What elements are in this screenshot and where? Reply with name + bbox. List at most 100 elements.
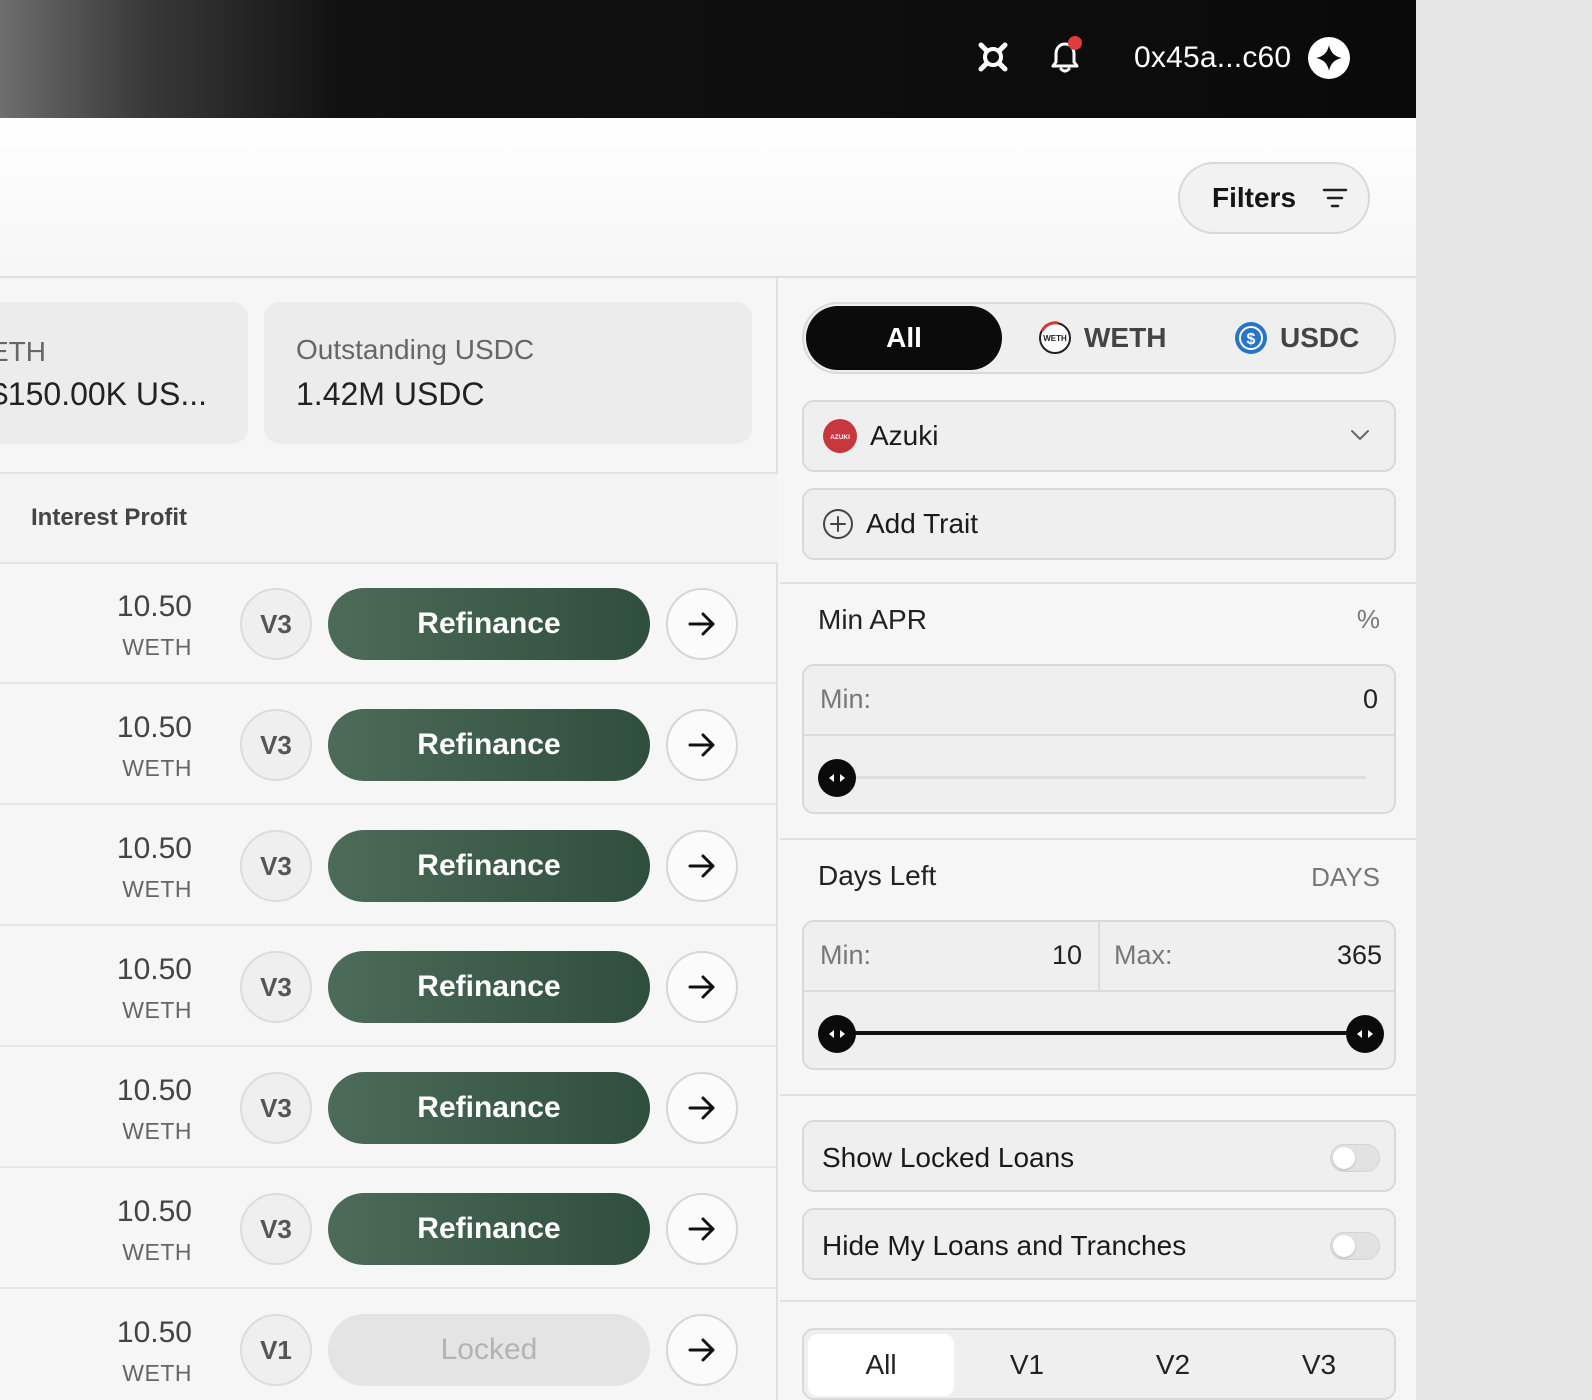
show-locked-loans-toggle[interactable] <box>1330 1144 1380 1172</box>
table-row: 10.50 WETH V3 Refinance <box>0 927 778 1047</box>
interest-unit: WETH <box>122 1118 192 1144</box>
divider <box>780 1094 1416 1096</box>
stat-card-eth: ETH $150.00K US... <box>0 302 248 444</box>
version-tab-v2[interactable]: V2 <box>1100 1334 1246 1396</box>
filters-label: Filters <box>1212 182 1297 213</box>
table-header: Interest Profit <box>0 472 778 564</box>
row-details-button[interactable] <box>666 1314 738 1386</box>
row-details-button[interactable] <box>666 1193 738 1265</box>
days-max-slider-thumb[interactable] <box>1346 1015 1384 1053</box>
tab-weth[interactable]: WETH WETH <box>1038 304 1166 372</box>
settings-icon[interactable] <box>970 34 1016 80</box>
stat-label: Outstanding USDC <box>296 334 535 365</box>
max-label: Max: <box>1114 940 1173 970</box>
min-apr-input[interactable]: Min: 0 <box>804 666 1394 736</box>
filters-panel: All WETH WETH $ USDC AZUKI Azuki Add Tra… <box>780 278 1416 1400</box>
stat-label: ETH <box>0 336 46 367</box>
arrow-right-icon <box>688 975 715 999</box>
min-apr-unit: % <box>1356 604 1380 634</box>
bell-icon[interactable] <box>1042 34 1088 80</box>
wallet-avatar-icon[interactable] <box>1308 37 1350 79</box>
svg-text:WETH: WETH <box>1043 334 1067 343</box>
stat-value: $150.00K US... <box>0 376 208 412</box>
add-trait-button[interactable]: Add Trait <box>802 488 1396 560</box>
tab-usdc[interactable]: $ USDC <box>1234 304 1359 372</box>
filters-button[interactable]: Filters <box>1178 162 1370 234</box>
hide-my-loans-row: Hide My Loans and Tranches <box>802 1208 1396 1280</box>
usdc-icon: $ <box>1235 322 1267 354</box>
row-details-button[interactable] <box>666 709 738 781</box>
max-value: 365 <box>1336 940 1382 970</box>
min-label: Min: <box>820 684 872 714</box>
version-badge: V3 <box>240 588 312 660</box>
refinance-button[interactable]: Refinance <box>328 709 650 781</box>
interest-unit: WETH <box>122 1360 192 1386</box>
weth-icon: WETH <box>1039 321 1071 354</box>
tab-usdc-label: USDC <box>1280 322 1360 353</box>
show-locked-loans-label: Show Locked Loans <box>822 1142 1075 1173</box>
tab-all[interactable]: All <box>806 306 1002 370</box>
arrow-right-icon <box>688 1217 715 1241</box>
loans-panel: ETH $150.00K US... Outstanding USDC 1.42… <box>0 278 778 1400</box>
hide-my-loans-label: Hide My Loans and Tranches <box>822 1230 1187 1261</box>
interest-unit: WETH <box>122 1239 192 1265</box>
show-locked-loans-row: Show Locked Loans <box>802 1120 1396 1192</box>
interest-unit: WETH <box>122 755 192 781</box>
locked-button: Locked <box>328 1314 650 1386</box>
refinance-button[interactable]: Refinance <box>328 951 650 1023</box>
arrow-right-icon <box>688 854 715 878</box>
version-tab-v3[interactable]: V3 <box>1246 1334 1392 1396</box>
min-value: 0 <box>1362 684 1378 714</box>
add-trait-label: Add Trait <box>866 508 979 539</box>
min-apr-slider-track[interactable] <box>838 776 1366 779</box>
arrow-right-icon <box>688 612 715 636</box>
app-window: 0x45a...c60 Filters ETH $150.00K US... O… <box>0 0 1416 1400</box>
version-badge: V3 <box>240 951 312 1023</box>
top-bar: 0x45a...c60 <box>0 0 1416 118</box>
plus-circle-icon <box>823 509 853 539</box>
column-interest-profit[interactable]: Interest Profit <box>31 504 187 532</box>
min-label: Min: <box>820 940 872 970</box>
page-header: Filters <box>0 118 1416 278</box>
row-details-button[interactable] <box>666 830 738 902</box>
notification-dot <box>1068 36 1082 50</box>
min-value: 10 <box>1051 940 1082 970</box>
row-details-button[interactable] <box>666 588 738 660</box>
refinance-button[interactable]: Refinance <box>328 588 650 660</box>
arrow-right-icon <box>688 1096 715 1120</box>
version-tab-all[interactable]: All <box>808 1334 954 1396</box>
version-tab-v1[interactable]: V1 <box>954 1334 1100 1396</box>
row-details-button[interactable] <box>666 951 738 1023</box>
collection-select[interactable]: AZUKI Azuki <box>802 400 1396 472</box>
refinance-button[interactable]: Refinance <box>328 1072 650 1144</box>
refinance-button[interactable]: Refinance <box>328 1193 650 1265</box>
filter-lines-icon <box>1322 188 1348 208</box>
table-row: 10.50 WETH V1 Locked <box>0 1290 778 1400</box>
collection-value: Azuki <box>870 420 939 451</box>
days-left-range: Min: 10 Max: 365 <box>802 920 1396 1070</box>
days-max-input[interactable]: Max: 365 <box>1100 922 1394 992</box>
wallet-address[interactable]: 0x45a...c60 <box>1134 40 1291 76</box>
svg-text:$: $ <box>1247 331 1256 348</box>
days-left-title: Days Left <box>818 860 937 891</box>
table-row: 10.50 WETH V3 Refinance <box>0 564 778 684</box>
interest-unit: WETH <box>122 876 192 902</box>
divider <box>780 838 1416 840</box>
min-apr-title: Min APR <box>818 604 927 635</box>
table-row: 10.50 WETH V3 Refinance <box>0 1169 778 1289</box>
min-apr-slider-thumb[interactable] <box>818 759 856 797</box>
days-min-slider-thumb[interactable] <box>818 1015 856 1053</box>
hide-my-loans-toggle[interactable] <box>1330 1232 1380 1260</box>
version-badge: V3 <box>240 1193 312 1265</box>
days-min-input[interactable]: Min: 10 <box>804 922 1100 992</box>
refinance-button[interactable]: Refinance <box>328 830 650 902</box>
days-left-slider-fill[interactable] <box>838 1031 1366 1035</box>
table-row: 10.50 WETH V3 Refinance <box>0 806 778 926</box>
interest-unit: WETH <box>122 634 192 660</box>
row-details-button[interactable] <box>666 1072 738 1144</box>
interest-amount: 10.50 <box>116 1074 192 1107</box>
tab-weth-label: WETH <box>1084 322 1167 353</box>
interest-amount: 10.50 <box>116 953 192 986</box>
svg-text:AZUKI: AZUKI <box>830 434 850 441</box>
arrow-right-icon <box>688 733 715 757</box>
